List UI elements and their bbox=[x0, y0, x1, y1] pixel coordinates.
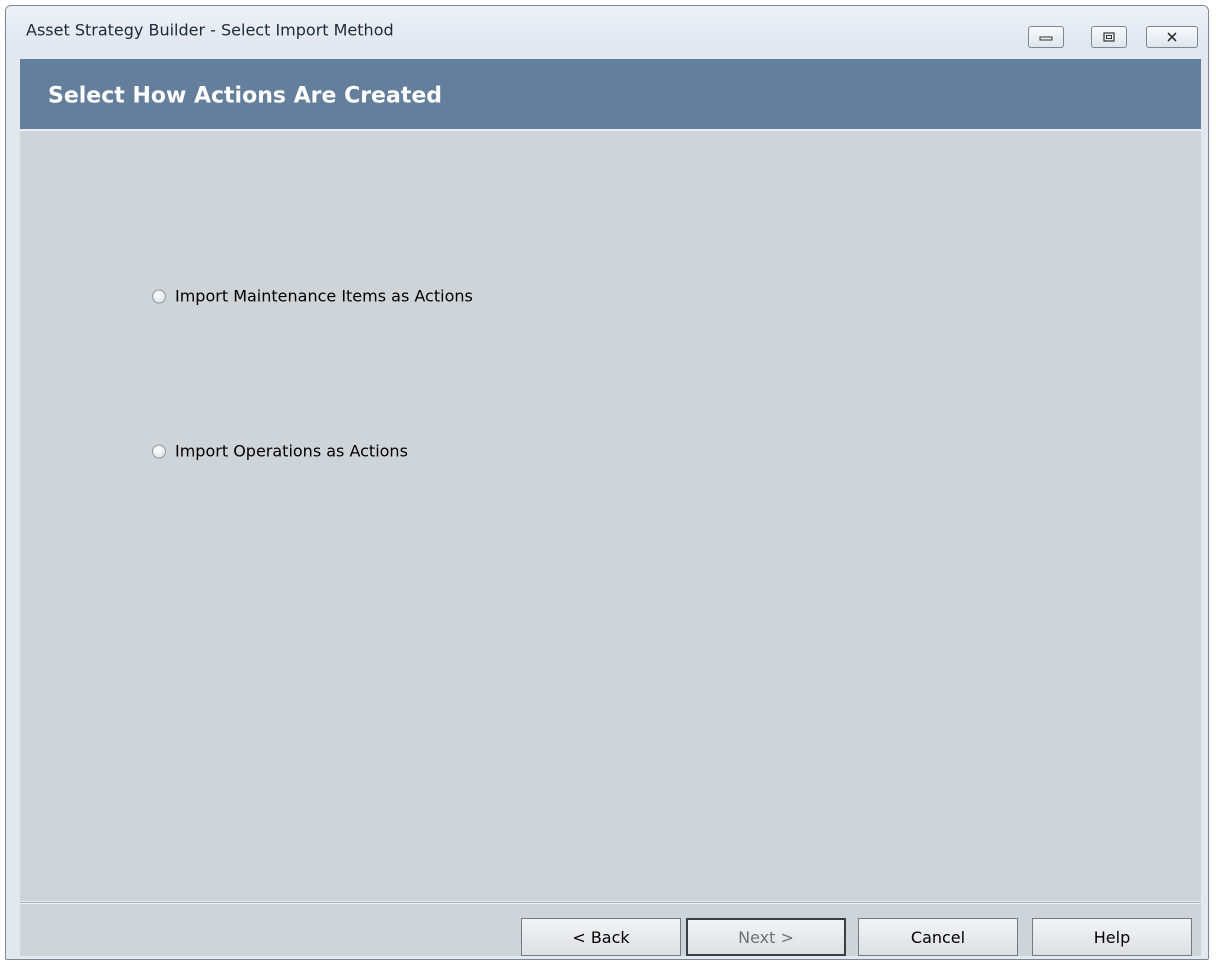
title-bar[interactable]: Asset Strategy Builder - Select Import M… bbox=[6, 6, 1208, 50]
next-button[interactable]: Next > bbox=[686, 918, 846, 956]
radio-button[interactable] bbox=[152, 444, 166, 458]
back-button[interactable]: < Back bbox=[521, 918, 681, 956]
option-label: Import Maintenance Items as Actions bbox=[175, 286, 473, 306]
window-title: Asset Strategy Builder - Select Import M… bbox=[26, 20, 394, 40]
option-import-maintenance-items[interactable]: Import Maintenance Items as Actions bbox=[152, 287, 473, 306]
dialog-window: Asset Strategy Builder - Select Import M… bbox=[5, 5, 1209, 960]
cancel-button[interactable]: Cancel bbox=[858, 918, 1018, 956]
option-label: Import Operations as Actions bbox=[175, 441, 408, 461]
minimize-button[interactable] bbox=[1028, 26, 1064, 48]
page-title: Select How Actions Are Created bbox=[48, 83, 443, 109]
button-bar: < Back Next > Cancel Help bbox=[20, 903, 1201, 956]
minimize-icon bbox=[1039, 36, 1053, 41]
option-import-operations[interactable]: Import Operations as Actions bbox=[152, 442, 408, 461]
close-icon bbox=[1167, 32, 1177, 42]
help-button[interactable]: Help bbox=[1032, 918, 1192, 956]
maximize-button[interactable] bbox=[1091, 26, 1127, 48]
options-panel: Import Maintenance Items as Actions Impo… bbox=[20, 131, 1201, 901]
maximize-icon bbox=[1103, 32, 1115, 42]
radio-button[interactable] bbox=[152, 289, 166, 303]
close-button[interactable] bbox=[1146, 26, 1198, 48]
wizard-header: Select How Actions Are Created bbox=[20, 59, 1201, 131]
